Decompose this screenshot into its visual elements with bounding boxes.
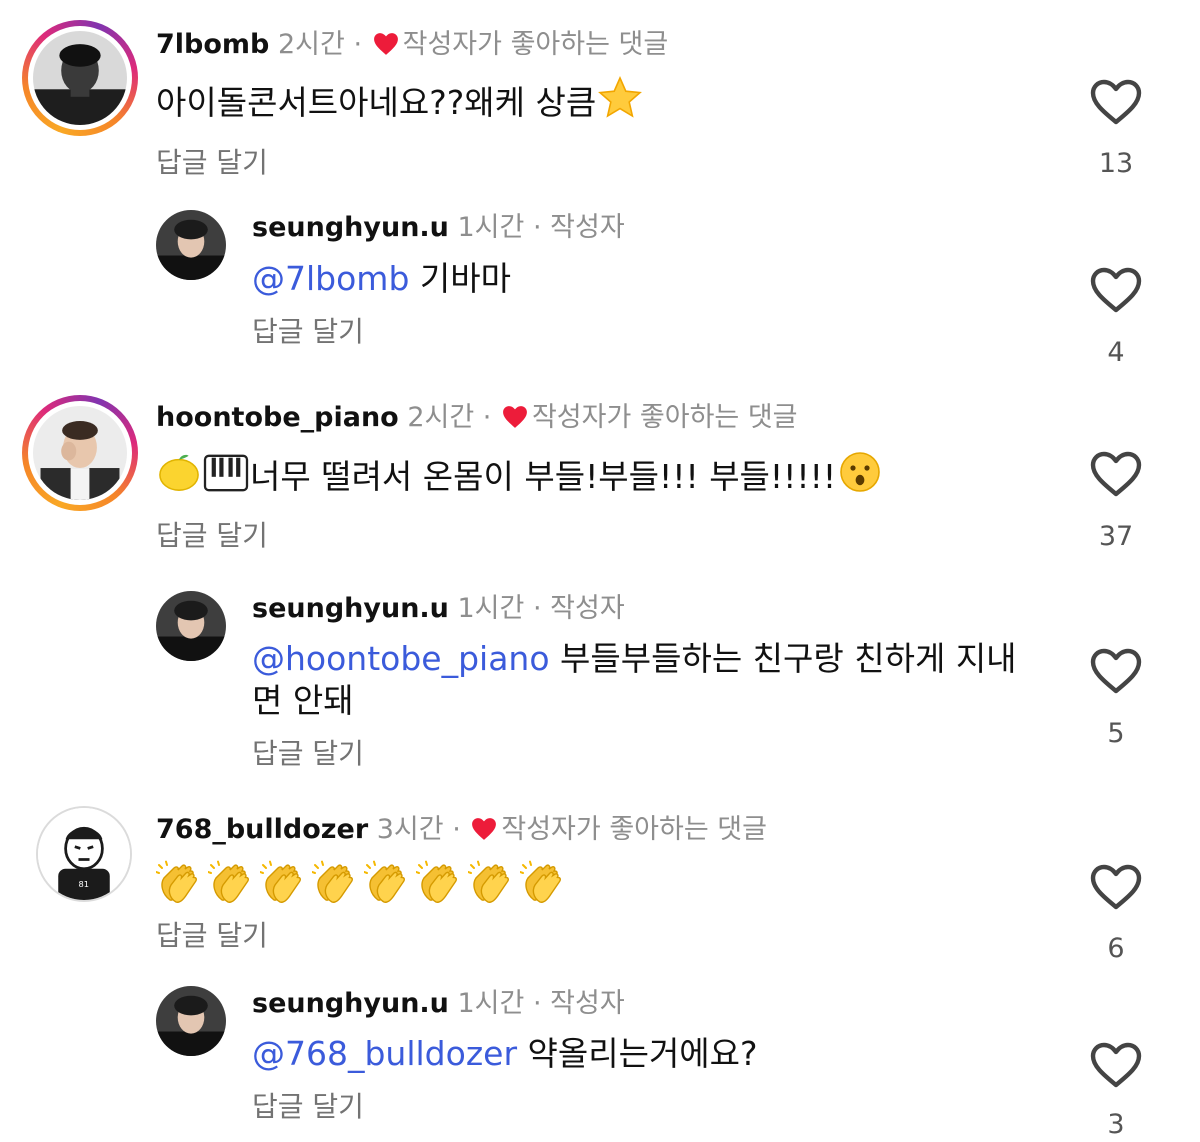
like-count: 3 (1107, 1109, 1125, 1140)
heart-outline-icon (1090, 79, 1142, 125)
like-button[interactable] (1090, 79, 1142, 125)
like-count: 4 (1107, 337, 1125, 368)
username[interactable]: hoontobe_piano (156, 402, 399, 433)
username[interactable]: seunghyun.u (252, 212, 449, 243)
comment-text: @7lbomb 기바마 (252, 259, 511, 298)
svg-text:81: 81 (78, 879, 89, 889)
clapping-hands-emoji (520, 860, 568, 904)
like-count: 5 (1107, 718, 1125, 749)
username[interactable]: 7lbomb (156, 29, 269, 60)
like-count: 37 (1098, 521, 1134, 552)
clapping-hands-emoji (468, 860, 516, 904)
avatar[interactable] (156, 210, 226, 280)
like-button[interactable] (1090, 451, 1142, 497)
comment-meta: hoontobe_piano 2시간 · 작성자가 좋아하는 댓글 (156, 400, 798, 436)
separator: · (482, 402, 492, 433)
piano-emoji (202, 452, 250, 494)
clapping-hands-emoji (364, 860, 412, 904)
like-count: 6 (1107, 933, 1125, 964)
comment-text: @hoontobe_piano 부들부들하는 친구랑 친하게 지내 면 안돼 (252, 639, 1017, 720)
clapping-hands-emoji (260, 860, 308, 904)
lemon-emoji (156, 452, 202, 494)
separator: · (532, 593, 542, 624)
comment-meta: seunghyun.u 1시간 · 작성자 (252, 986, 625, 1022)
avatar[interactable] (156, 986, 226, 1056)
like-button[interactable] (1090, 864, 1142, 910)
clapping-hands-emoji (156, 860, 204, 904)
hushed-face-emoji (836, 450, 884, 494)
avatar[interactable] (156, 591, 226, 661)
liked-by-author-label: 작성자가 좋아하는 댓글 (531, 402, 798, 433)
heart-icon (472, 818, 497, 840)
timestamp: 1시간 (457, 212, 525, 243)
comment-text: 아이돌콘서트아네요??왜케 상큼 (156, 76, 644, 124)
timestamp: 3시간 (376, 814, 444, 845)
comment-text (156, 860, 572, 908)
separator: · (532, 988, 542, 1019)
heart-outline-icon (1090, 648, 1142, 694)
mention-link[interactable]: @hoontobe_piano (252, 639, 550, 678)
separator: · (452, 814, 461, 845)
timestamp: 1시간 (457, 593, 525, 624)
clapping-hands-emoji (416, 860, 464, 904)
comment-meta: 768_bulldozer 3시간 · 작성자가 좋아하는 댓글 (156, 812, 767, 848)
timestamp: 2시간 (277, 29, 345, 60)
avatar[interactable] (22, 20, 138, 136)
reply-button[interactable]: 답글 달기 (156, 918, 268, 954)
heart-outline-icon (1090, 1042, 1142, 1088)
reply-button[interactable]: 답글 달기 (156, 518, 268, 554)
comment-meta: seunghyun.u 1시간 · 작성자 (252, 591, 625, 627)
separator: · (532, 212, 542, 243)
avatar[interactable]: 81 (36, 806, 132, 902)
liked-by-author-label: 작성자가 좋아하는 댓글 (402, 29, 669, 60)
comment-meta: seunghyun.u 1시간 · 작성자 (252, 210, 625, 246)
reply-button[interactable]: 답글 달기 (252, 736, 364, 772)
heart-icon (503, 406, 527, 428)
comment-meta: 7lbomb 2시간 · 작성자가 좋아하는 댓글 (156, 27, 668, 63)
clapping-hands-emoji (208, 860, 256, 904)
username[interactable]: 768_bulldozer (156, 814, 368, 845)
mention-link[interactable]: @7lbomb (252, 259, 409, 298)
liked-by-author-label: 작성자가 좋아하는 댓글 (501, 814, 767, 845)
author-badge: 작성자 (550, 212, 625, 243)
mention-link[interactable]: @768_bulldozer (252, 1034, 517, 1073)
heart-icon (373, 33, 398, 55)
timestamp: 2시간 (407, 402, 475, 433)
reply-button[interactable]: 답글 달기 (252, 314, 364, 350)
reply-button[interactable]: 답글 달기 (156, 145, 268, 181)
author-badge: 작성자 (550, 593, 625, 624)
username[interactable]: seunghyun.u (252, 593, 449, 624)
comment-text: @768_bulldozer 약올리는거에요? (252, 1034, 758, 1073)
username[interactable]: seunghyun.u (252, 988, 449, 1019)
author-badge: 작성자 (550, 988, 625, 1019)
like-button[interactable] (1090, 267, 1142, 313)
timestamp: 1시간 (457, 988, 525, 1019)
clapping-hands-emoji (312, 860, 360, 904)
star-emoji (596, 76, 644, 120)
separator: · (353, 29, 363, 60)
like-count: 13 (1098, 148, 1134, 179)
comment-text: 너무 떨려서 온몸이 부들!부들!!! 부들!!!!! (156, 450, 884, 498)
heart-outline-icon (1090, 451, 1142, 497)
reply-button[interactable]: 답글 달기 (252, 1089, 364, 1125)
heart-outline-icon (1090, 267, 1142, 313)
avatar[interactable] (22, 395, 138, 511)
like-button[interactable] (1090, 648, 1142, 694)
like-button[interactable] (1090, 1042, 1142, 1088)
heart-outline-icon (1090, 864, 1142, 910)
